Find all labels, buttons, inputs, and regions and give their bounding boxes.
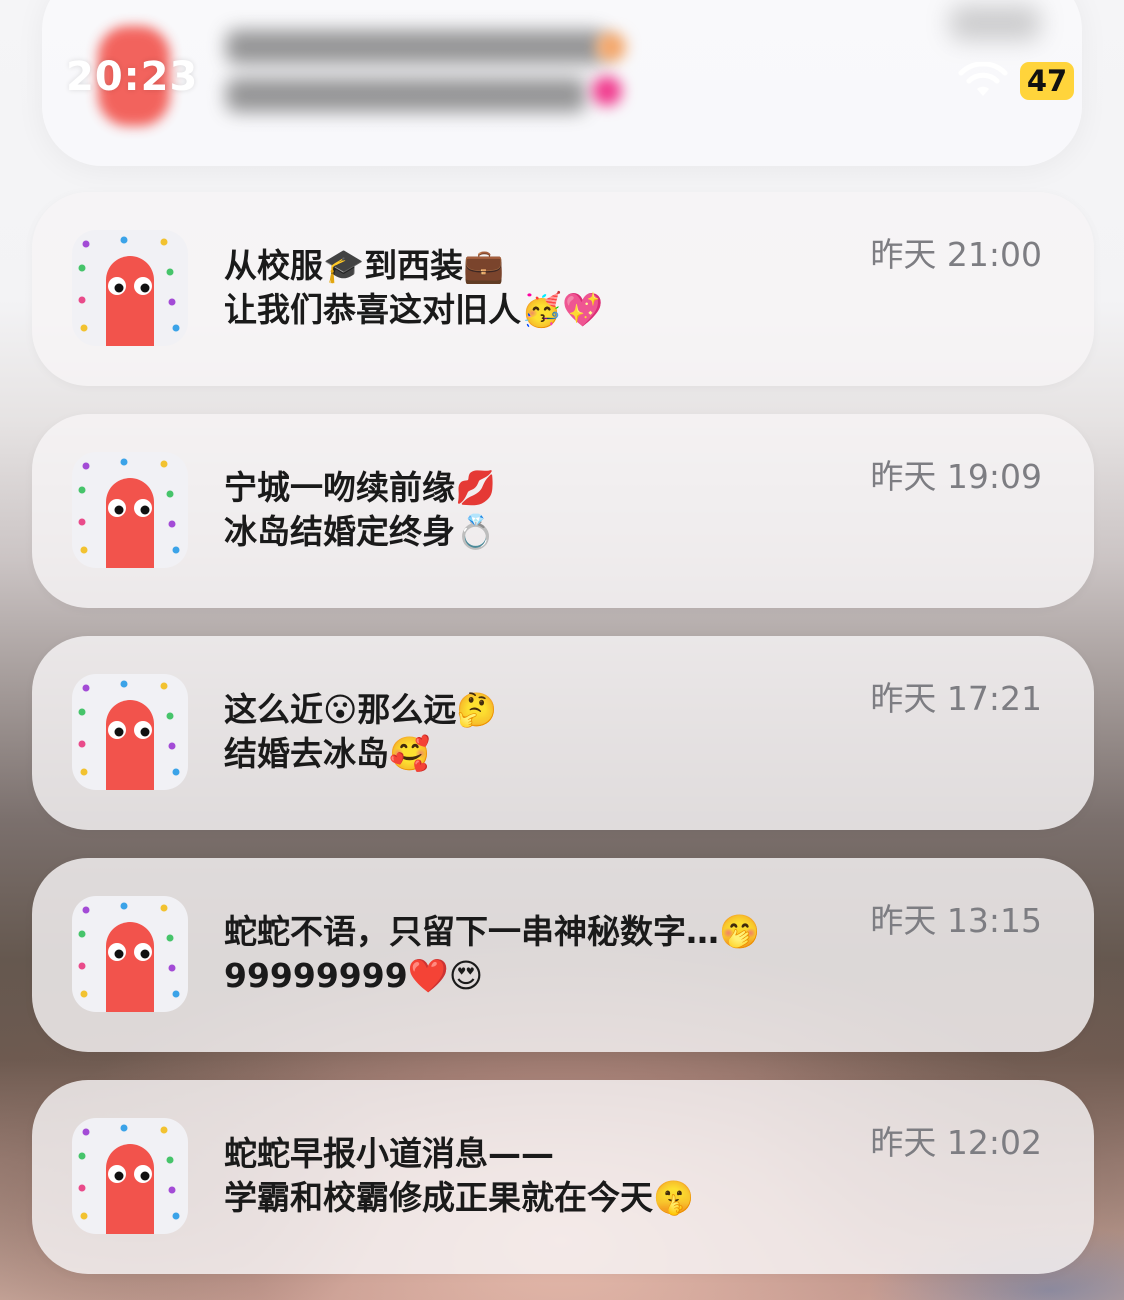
notification-card[interactable]: 蛇蛇早报小道消息—— 学霸和校霸修成正果就在今天🤫 昨天 12:02 (32, 1080, 1094, 1274)
blurred-time (950, 6, 1040, 40)
message-line-1: 宁城一吻续前缘💋 (224, 468, 497, 507)
notification-time: 昨天 13:15 (870, 901, 1042, 940)
snake-app-icon (72, 1118, 188, 1234)
snake-app-icon (72, 674, 188, 790)
snake-app-icon (72, 452, 188, 568)
message-line-1: 这么近😮那么远🤔 (224, 690, 498, 729)
message-line-1: 蛇蛇早报小道消息—— (224, 1134, 554, 1173)
notification-time: 昨天 12:02 (870, 1123, 1042, 1162)
notification-time: 昨天 21:00 (870, 235, 1042, 274)
notification-card[interactable]: 宁城一吻续前缘💋 冰岛结婚定终身💍 昨天 19:09 (32, 414, 1094, 608)
message-line-2: 学霸和校霸修成正果就在今天🤫 (224, 1178, 695, 1217)
notification-message: 蛇蛇早报小道消息—— 学霸和校霸修成正果就在今天🤫 (224, 1132, 834, 1220)
blurred-emoji (596, 32, 626, 62)
notification-time: 昨天 17:21 (870, 679, 1042, 718)
blurred-emoji (592, 76, 622, 106)
battery-indicator: 47 (1020, 62, 1074, 100)
message-line-2: 99999999❤️😍 (224, 956, 484, 995)
notification-message: 蛇蛇不语，只留下一串神秘数字…🤭 99999999❤️😍 (224, 910, 834, 998)
notification-message: 从校服🎓到西装💼 让我们恭喜这对旧人🥳💖 (224, 244, 834, 332)
message-line-2: 结婚去冰岛🥰 (224, 734, 431, 773)
blurred-text-line (226, 78, 586, 112)
notification-card[interactable]: 蛇蛇不语，只留下一串神秘数字…🤭 99999999❤️😍 昨天 13:15 (32, 858, 1094, 1052)
notification-card[interactable]: 这么近😮那么远🤔 结婚去冰岛🥰 昨天 17:21 (32, 636, 1094, 830)
message-line-1: 从校服🎓到西装💼 (224, 246, 505, 285)
notification-message: 这么近😮那么远🤔 结婚去冰岛🥰 (224, 688, 834, 776)
blurred-text-line (226, 30, 606, 64)
snake-app-icon (72, 896, 188, 1012)
notification-time: 昨天 19:09 (870, 457, 1042, 496)
notification-card[interactable]: 从校服🎓到西装💼 让我们恭喜这对旧人🥳💖 昨天 21:00 (32, 192, 1094, 386)
message-line-2: 冰岛结婚定终身💍 (224, 512, 497, 551)
message-line-1: 蛇蛇不语，只留下一串神秘数字…🤭 (224, 912, 761, 951)
status-time: 20:23 (66, 54, 199, 100)
message-line-2: 让我们恭喜这对旧人🥳💖 (224, 290, 604, 329)
wifi-icon (958, 62, 1008, 96)
snake-app-icon (72, 230, 188, 346)
notification-message: 宁城一吻续前缘💋 冰岛结婚定终身💍 (224, 466, 834, 554)
